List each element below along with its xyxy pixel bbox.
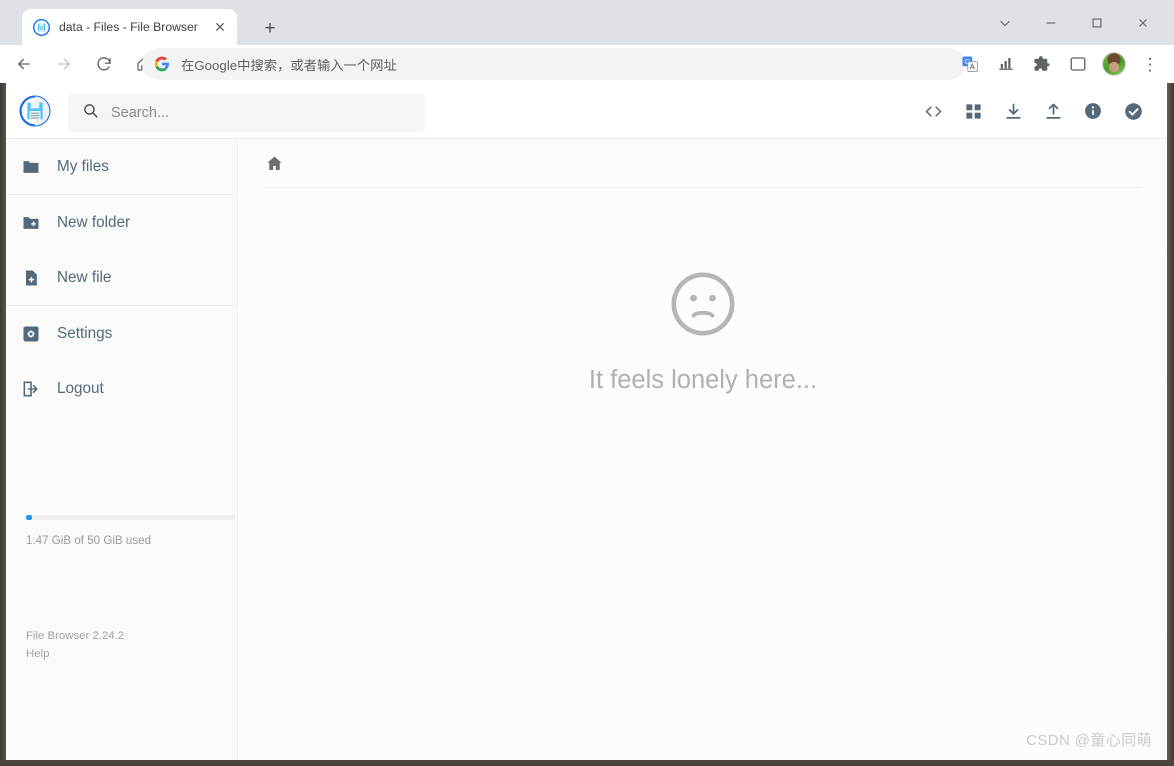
browser-menu-icon[interactable]: ⋮ (1135, 49, 1165, 79)
app-header: Search... (6, 83, 1167, 139)
sidebar-group-create: New folder New file (6, 194, 237, 305)
file-browser-logo[interactable] (18, 94, 52, 128)
floppy-disk-favicon (33, 19, 50, 36)
help-link[interactable]: Help (26, 646, 124, 664)
screen: data - Files - File Browser ✕ + (0, 0, 1174, 766)
sidebar-item-settings[interactable]: Settings (6, 306, 237, 361)
storage-progress-bar (26, 515, 236, 520)
new-tab-button[interactable]: + (256, 14, 284, 42)
header-actions (913, 83, 1153, 139)
file-browser-app: Search... (6, 83, 1167, 760)
sidebar-item-my-files[interactable]: My files (6, 139, 237, 194)
select-multiple-icon[interactable] (1114, 92, 1152, 130)
browser-tab-strip: data - Files - File Browser ✕ + (0, 0, 1174, 45)
file-plus-icon (20, 267, 42, 289)
switch-view-grid-icon[interactable] (954, 92, 992, 130)
address-bar[interactable]: 在Google中搜索，或者输入一个网址 (142, 48, 965, 80)
window-bottom-edge (0, 760, 1174, 766)
storage-usage-label: 1.47 GiB of 50 GiB used (26, 534, 224, 547)
sidebar-item-label: Settings (57, 325, 112, 343)
sidebar-credits: File Browser 2.24.2 Help (26, 628, 124, 663)
maximize-icon[interactable] (1074, 0, 1120, 45)
analytics-extension-icon[interactable] (991, 49, 1021, 79)
browser-extension-bar: G ⋮ (952, 48, 1168, 80)
switch-view-code-icon[interactable] (914, 92, 952, 130)
sidebar-group-account: Settings Logout (6, 305, 237, 416)
breadcrumb (239, 139, 1167, 187)
window-controls (982, 0, 1166, 45)
tab-search-icon[interactable] (982, 0, 1028, 45)
storage-progress-fill (26, 515, 32, 520)
sidebar-item-label: My files (57, 158, 109, 176)
empty-state: It feels lonely here... (239, 269, 1167, 395)
download-icon[interactable] (994, 92, 1032, 130)
sad-face-icon (668, 269, 738, 344)
google-translate-icon[interactable]: G (955, 49, 985, 79)
back-icon[interactable] (8, 48, 40, 80)
app-version: File Browser 2.24.2 (26, 630, 124, 642)
google-g-icon (154, 56, 170, 72)
logout-icon (20, 378, 42, 400)
extensions-puzzle-icon[interactable] (1027, 49, 1057, 79)
avatar[interactable] (1102, 52, 1126, 76)
minimize-icon[interactable] (1028, 0, 1074, 45)
reload-icon[interactable] (88, 48, 120, 80)
window-right-edge (1167, 0, 1174, 766)
folder-plus-icon (20, 212, 42, 234)
search-icon (82, 102, 99, 124)
sidebar-group-files: My files (6, 139, 237, 194)
sidebar-item-new-folder[interactable]: New folder (6, 195, 237, 250)
close-window-icon[interactable] (1120, 0, 1166, 45)
sidebar-item-label: New folder (57, 214, 130, 232)
sidebar-item-label: Logout (57, 380, 104, 398)
breadcrumb-divider (265, 187, 1141, 188)
watermark: CSDN @童心同萌 (1026, 729, 1152, 750)
sidebar-item-new-file[interactable]: New file (6, 250, 237, 305)
home-icon[interactable] (265, 154, 284, 173)
empty-state-message: It feels lonely here... (589, 366, 817, 395)
browser-tab-title: data - Files - File Browser (59, 20, 209, 34)
forward-icon[interactable] (48, 48, 80, 80)
main-content: It feels lonely here... (239, 139, 1167, 760)
gear-icon (20, 323, 42, 345)
folder-icon (20, 156, 42, 178)
address-bar-placeholder: 在Google中搜索，或者输入一个网址 (181, 55, 397, 74)
sidebar: My files New folder (6, 139, 238, 760)
upload-icon[interactable] (1034, 92, 1072, 130)
search-input[interactable]: Search... (68, 94, 425, 132)
close-icon[interactable]: ✕ (209, 16, 231, 38)
storage-usage: 1.47 GiB of 50 GiB used (6, 515, 238, 547)
side-panel-icon[interactable] (1063, 49, 1093, 79)
browser-tab[interactable]: data - Files - File Browser ✕ (22, 9, 237, 45)
info-icon[interactable] (1074, 92, 1112, 130)
sidebar-item-logout[interactable]: Logout (6, 361, 237, 416)
sidebar-item-label: New file (57, 269, 111, 287)
search-placeholder: Search... (111, 105, 169, 121)
